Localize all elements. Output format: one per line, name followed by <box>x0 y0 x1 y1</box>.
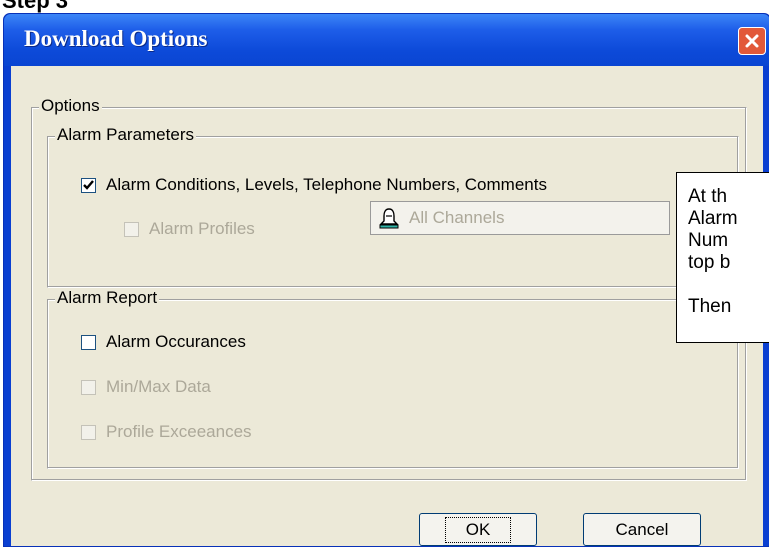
cancel-button[interactable]: Cancel <box>583 513 701 546</box>
alarm-profiles-label: Alarm Profiles <box>149 219 255 238</box>
alarm-parameters-label: Alarm Parameters <box>55 125 196 145</box>
close-button[interactable] <box>738 27 766 55</box>
ok-button-label: OK <box>444 516 512 543</box>
min-max-data-option[interactable]: Min/Max Data <box>81 377 211 397</box>
profile-exceeances-label: Profile Exceeances <box>106 422 252 441</box>
alarm-conditions-option[interactable]: Alarm Conditions, Levels, Telephone Numb… <box>81 175 547 195</box>
callout-line: At th <box>688 186 728 207</box>
options-group-label: Options <box>39 96 102 116</box>
callout-line: Num <box>688 230 729 251</box>
profile-exceeances-checkbox[interactable] <box>81 424 96 440</box>
alarm-profiles-checkbox[interactable] <box>124 221 139 237</box>
download-options-dialog: Download Options Options Alarm Parameter… <box>3 13 769 547</box>
callout-line: top b <box>688 252 731 273</box>
alarm-occurances-checkbox[interactable] <box>81 334 96 350</box>
dialog-body: Options Alarm Parameters Alarm Condition… <box>11 66 763 546</box>
profile-exceeances-option[interactable]: Profile Exceeances <box>81 422 252 442</box>
alarm-profiles-option[interactable]: Alarm Profiles <box>124 219 255 239</box>
instruction-callout: At th Alarm Num top b Then <box>676 172 769 343</box>
step-label: Step 3 <box>2 0 69 13</box>
min-max-data-label: Min/Max Data <box>106 377 211 396</box>
min-max-data-checkbox[interactable] <box>81 379 96 395</box>
ok-button[interactable]: OK <box>419 513 537 546</box>
channel-selector-label: All Channels <box>409 208 505 227</box>
alarm-conditions-label: Alarm Conditions, Levels, Telephone Numb… <box>106 175 547 194</box>
callout-line: Alarm <box>688 208 738 229</box>
alarm-occurances-label: Alarm Occurances <box>106 332 246 351</box>
dialog-title: Download Options <box>24 26 208 51</box>
title-bar[interactable]: Download Options <box>4 14 769 66</box>
alarm-report-label: Alarm Report <box>55 288 160 308</box>
alarm-occurances-option[interactable]: Alarm Occurances <box>81 332 246 352</box>
cancel-button-label: Cancel <box>615 519 669 539</box>
callout-line <box>688 274 769 296</box>
alarm-conditions-checkbox[interactable] <box>81 177 96 193</box>
checkmark-icon <box>83 179 94 190</box>
callout-line: Then <box>688 296 732 317</box>
alarm-bell-icon <box>379 208 399 229</box>
close-icon <box>745 34 759 48</box>
channel-selector[interactable]: All Channels <box>370 201 670 235</box>
